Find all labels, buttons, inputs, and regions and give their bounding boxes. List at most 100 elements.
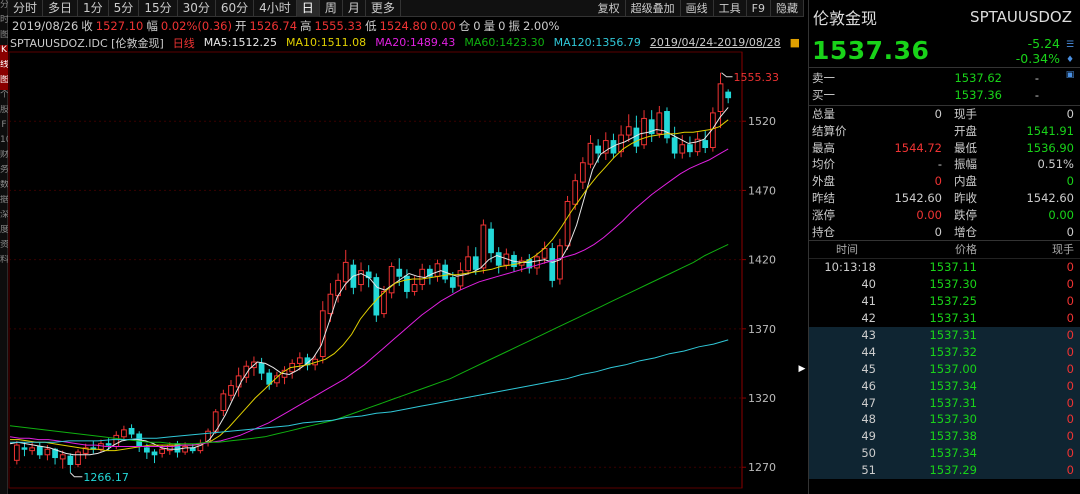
candle-body-down: [725, 91, 732, 99]
trade-time: 51: [861, 463, 876, 478]
collapse-arrow-icon[interactable]: ▶: [797, 360, 807, 378]
candle: [648, 110, 655, 142]
candle-body-up: [220, 393, 227, 411]
trade-vol: 0: [1066, 395, 1074, 410]
header-price: 价格: [955, 243, 977, 257]
stat-label: 昨收: [954, 190, 977, 205]
candle-body-up: [59, 454, 66, 460]
candle-body-down: [702, 140, 709, 149]
stat-row: 昨结 1542.60 昨收 1542.60: [809, 190, 1080, 207]
stat-label: 持仓: [812, 224, 835, 239]
candle: [671, 126, 678, 159]
trade-price: 1537.30: [929, 412, 977, 427]
candle: [679, 135, 686, 159]
candlestick-chart[interactable]: 1270 1320 1370 1420 1470 1520 1555.33 1266.17: [0, 0, 808, 494]
header-time: 时间: [836, 243, 858, 257]
trade-vol: 0: [1066, 260, 1074, 275]
candle: [602, 132, 609, 160]
candle: [465, 245, 471, 275]
candle: [90, 440, 97, 454]
candle-body-up: [159, 448, 166, 454]
candle-body-up: [296, 357, 303, 364]
candle-body-up: [557, 245, 563, 280]
candle-body-down: [549, 248, 556, 281]
candle-body-down: [495, 252, 502, 266]
candle: [656, 105, 663, 138]
change-block: -5.24 -0.34%: [1016, 36, 1060, 66]
candle: [319, 301, 326, 364]
trade-row: 42 1537.31 0: [809, 310, 1080, 327]
candle-body-up: [327, 293, 334, 315]
ma120-line: [10, 339, 729, 443]
trades-list: 时间 价格 现手 10:13:18 1537.11 0 40 1537.30 0 41 153…: [809, 241, 1080, 479]
order-book: 卖一 1537.62 - 买一 1537.36 -: [809, 68, 1080, 106]
candle: [75, 449, 81, 468]
stat-label: 总量: [812, 107, 835, 121]
candle-body-down: [488, 228, 494, 254]
candle-body-up: [572, 180, 579, 205]
trades-header: 时间 价格 现手: [809, 241, 1080, 260]
stat-label: 外盘: [812, 174, 835, 189]
candle-body-down: [373, 277, 380, 316]
menu-icon[interactable]: ☰: [1064, 38, 1076, 53]
stat-value: 0: [1066, 107, 1074, 121]
stats-table: 总量 0 现手 0 结算价 开盘 1541.91 最高 1544.72 最低 1536.90 均价 - 振…: [809, 106, 1080, 242]
trade-price: 1537.31: [929, 311, 977, 326]
order-vol: -: [1034, 87, 1040, 102]
candle-body-down: [404, 275, 410, 292]
trade-price: 1537.38: [929, 429, 977, 444]
trade-vol: 0: [1066, 429, 1074, 444]
trade-price: 1537.30: [929, 277, 977, 292]
bell-icon[interactable]: ♦: [1064, 53, 1076, 68]
y-tick-label: 1420: [748, 254, 776, 267]
stat-row: 总量 0 现手 0: [809, 106, 1080, 123]
stat-label: 结算价: [812, 123, 847, 138]
stat-value: 0: [1066, 174, 1074, 189]
candle-body-up: [434, 263, 441, 277]
trade-time: 10:13:18: [824, 260, 876, 275]
stat-row: 持仓 0 增仓 0: [809, 224, 1080, 241]
candle-body-down: [67, 455, 74, 465]
candle: [258, 357, 265, 381]
candle-body-down: [36, 445, 43, 456]
change-value: -5.24: [1027, 35, 1060, 51]
stat-gap: [942, 156, 954, 173]
stat-value: 1542.60: [894, 190, 942, 205]
stat-label: 最高: [812, 140, 835, 155]
candle: [289, 359, 296, 379]
candle: [235, 367, 242, 397]
candle-body-up: [319, 310, 326, 358]
candle-body-down: [396, 268, 403, 277]
trade-price: 1537.34: [929, 378, 977, 393]
trade-vol: 0: [1066, 446, 1074, 461]
candle: [220, 389, 227, 417]
stat-label: 现手: [954, 107, 977, 121]
trade-vol: 0: [1066, 311, 1074, 326]
high-marker-label: 1555.33: [734, 71, 780, 84]
stat-value: [868, 123, 942, 140]
candle-body-up: [534, 256, 540, 269]
stat-value: 0.00: [1048, 207, 1074, 222]
trade-price: 1537.00: [929, 361, 977, 376]
panel-icons: ☰ ♦ ▣: [1064, 38, 1076, 83]
candle-body-up: [465, 256, 471, 272]
stat-label: 跌停: [954, 207, 977, 222]
candle-body-up: [75, 451, 81, 465]
order-vol: -: [1034, 71, 1040, 85]
candle-body-up: [587, 142, 594, 165]
stat-gap: [942, 190, 954, 207]
trade-row: 49 1537.38 0: [809, 428, 1080, 446]
candle: [121, 425, 127, 441]
candle-body-up: [182, 445, 188, 453]
candle-body-up: [44, 448, 51, 456]
stat-value: 0: [934, 224, 942, 239]
stat-label: 增仓: [954, 224, 977, 239]
candle-body-up: [166, 444, 173, 452]
stat-value: 0: [934, 107, 942, 121]
y-tick-label: 1370: [748, 323, 776, 336]
candle-body-up: [29, 447, 35, 452]
candle: [281, 366, 288, 385]
candle: [526, 254, 533, 274]
copy-icon[interactable]: ▣: [1064, 68, 1076, 83]
candle-body-up: [564, 200, 571, 247]
